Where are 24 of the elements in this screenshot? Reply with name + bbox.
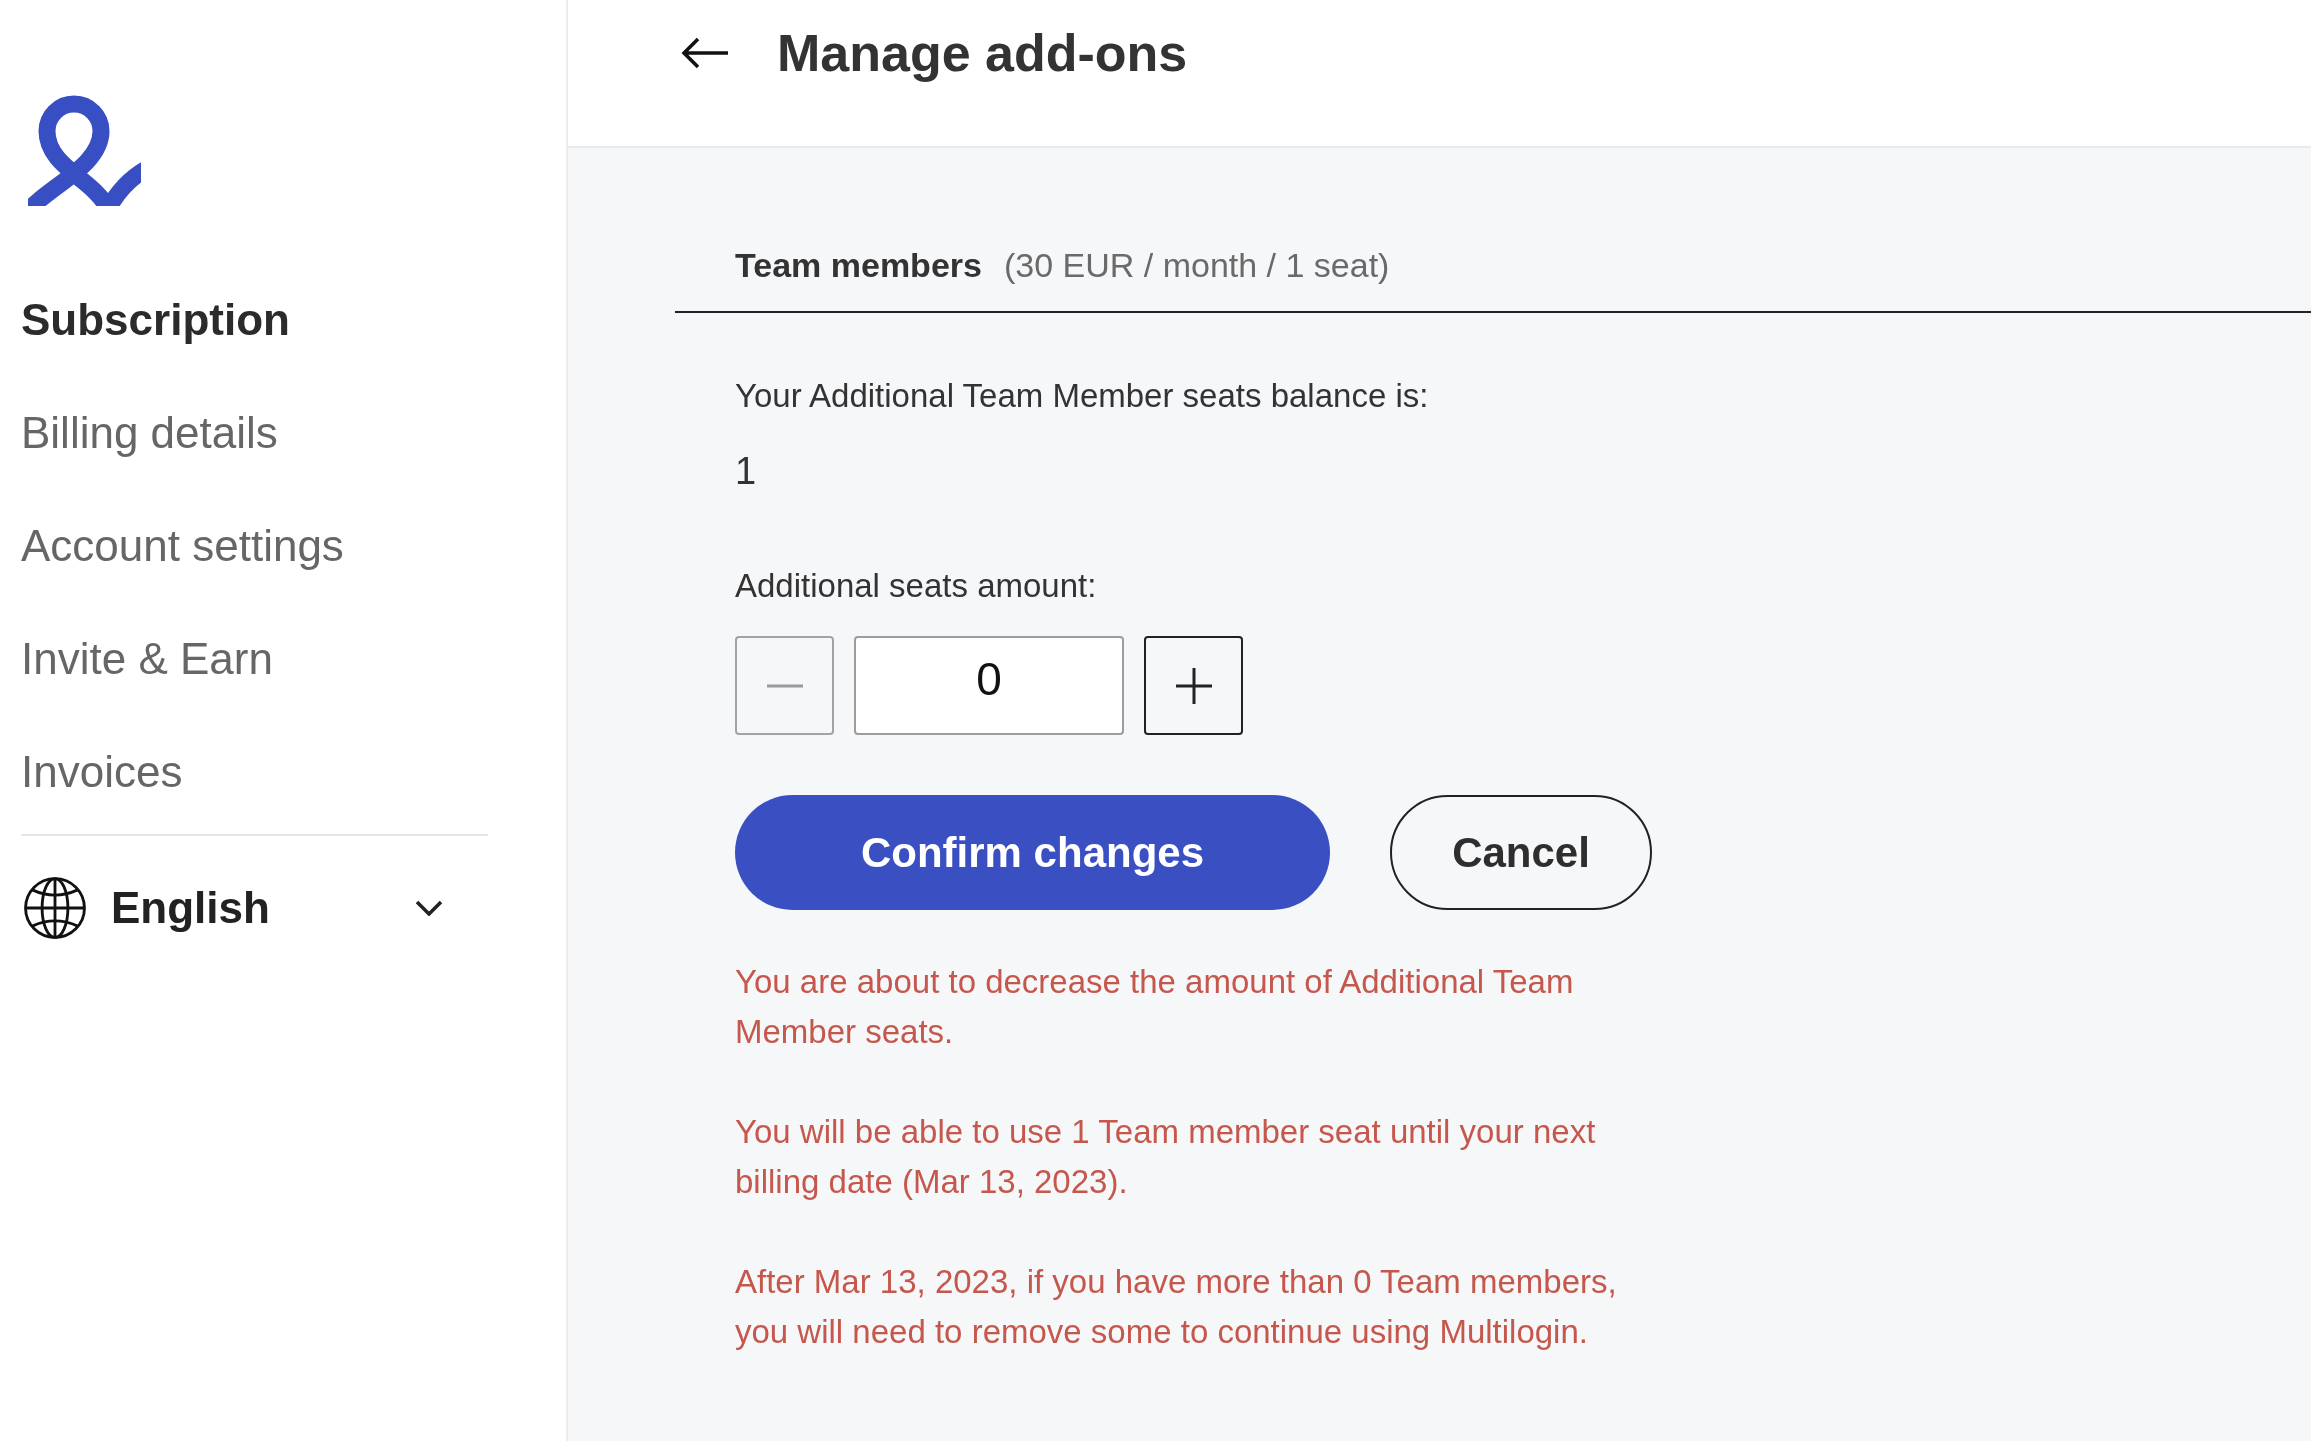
increment-button[interactable] bbox=[1144, 636, 1243, 735]
balance-value: 1 bbox=[735, 449, 757, 493]
globe-icon bbox=[24, 877, 86, 939]
sidebar-link[interactable]: Invoices bbox=[21, 746, 183, 797]
sidebar-link[interactable]: Account settings bbox=[21, 520, 344, 571]
language-selector[interactable]: English bbox=[24, 877, 470, 939]
sidebar-link[interactable]: Subscription bbox=[21, 294, 290, 345]
balance-label: Your Additional Team Member seats balance is: bbox=[735, 376, 1429, 416]
page-title: Manage add-ons bbox=[777, 23, 1188, 83]
section-price: (30 EUR / month / 1 seat) bbox=[1003, 245, 1390, 286]
amount-label: Additional seats amount: bbox=[735, 566, 1097, 606]
confirm-button[interactable]: Confirm changes bbox=[735, 795, 1330, 910]
warning-text: You are about to decrease the amount of Additional Team Member seats. bbox=[735, 962, 1575, 1052]
cancel-button[interactable]: Cancel bbox=[1390, 795, 1652, 910]
plus-icon bbox=[1175, 667, 1212, 704]
arrow-left-icon bbox=[681, 37, 729, 69]
minus-icon bbox=[766, 683, 803, 688]
warning-text: After Mar 13, 2023, if you have more than 0 Team members, you will need to remove some to continue using Multilogin. bbox=[735, 1262, 1618, 1352]
sidebar-link[interactable]: Invite & Earn bbox=[21, 633, 273, 684]
chevron-down-icon bbox=[415, 900, 443, 916]
sidebar-link[interactable]: Billing details bbox=[21, 407, 278, 458]
amount-input[interactable]: 0 bbox=[854, 636, 1124, 735]
warning-text: You will be able to use 1 Team member seat until your next billing date (Mar 13, 2023). bbox=[735, 1112, 1597, 1202]
section-title: Team members bbox=[735, 245, 982, 286]
